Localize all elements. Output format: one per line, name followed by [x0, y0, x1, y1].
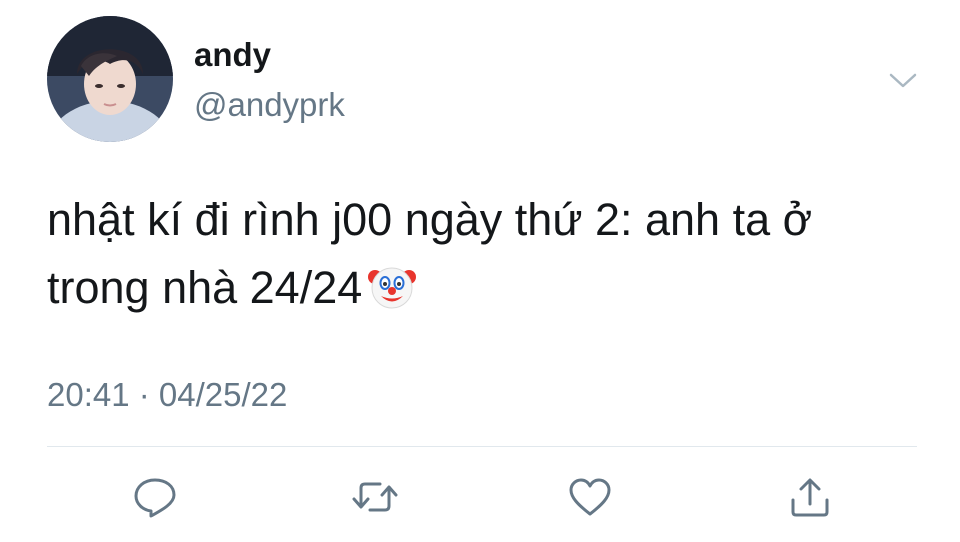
chevron-down-icon[interactable]	[888, 68, 918, 92]
user-handle[interactable]: @andyprk	[194, 88, 345, 121]
timestamp[interactable]: 20:41 · 04/25/22	[47, 378, 287, 411]
like-icon[interactable]	[567, 476, 613, 518]
tweet-card: andy @andyprk nhật kí đi rình j00 ngày t…	[0, 0, 960, 542]
avatar-image	[47, 16, 173, 142]
tweet-text: nhật kí đi rình j00 ngày thứ 2: anh ta ở…	[47, 186, 917, 322]
display-name[interactable]: andy	[194, 38, 271, 71]
reply-icon[interactable]	[132, 476, 178, 518]
avatar[interactable]	[47, 16, 173, 142]
share-icon[interactable]	[787, 476, 833, 518]
clown-face-icon	[368, 262, 417, 310]
tweet-body: nhật kí đi rình j00 ngày thứ 2: anh ta ở…	[47, 194, 813, 313]
retweet-icon[interactable]	[352, 476, 398, 518]
divider	[47, 446, 917, 447]
